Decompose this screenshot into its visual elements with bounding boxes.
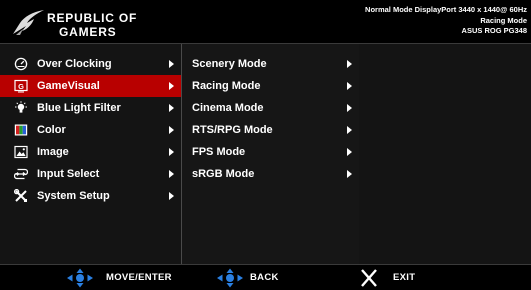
menu-item-label: Blue Light Filter bbox=[37, 102, 121, 114]
arrow-right-icon bbox=[169, 192, 174, 200]
brand-line-2: GAMERS bbox=[59, 25, 117, 39]
menu-item-over-clocking[interactable]: Over Clocking bbox=[0, 53, 181, 75]
exit-label: EXIT bbox=[393, 272, 416, 283]
arrow-right-icon bbox=[347, 104, 352, 112]
arrow-right-icon bbox=[347, 126, 352, 134]
color-palette-icon bbox=[14, 124, 28, 136]
arrow-right-icon bbox=[347, 60, 352, 68]
input-status: Normal Mode DisplayPort 3440 x 1440@ 60H… bbox=[365, 5, 527, 14]
menu-item-system-setup[interactable]: System Setup bbox=[0, 185, 181, 207]
arrow-right-icon bbox=[169, 82, 174, 90]
menu-item-color[interactable]: Color bbox=[0, 119, 181, 141]
submenu-item-fps-mode[interactable]: FPS Mode bbox=[182, 141, 359, 163]
arrow-right-icon bbox=[169, 104, 174, 112]
current-mode: Racing Mode bbox=[480, 16, 527, 25]
rog-eye-logo-icon bbox=[13, 10, 44, 35]
menu-item-label: System Setup bbox=[37, 190, 110, 202]
navigation-joystick-icon bbox=[67, 268, 93, 288]
submenu-item-label: Cinema Mode bbox=[192, 102, 264, 114]
menu-item-label: Image bbox=[37, 146, 69, 158]
image-icon bbox=[14, 145, 28, 159]
arrow-right-icon bbox=[169, 126, 174, 134]
menu-item-label: Input Select bbox=[37, 168, 100, 180]
arrow-right-icon bbox=[347, 170, 352, 178]
menu-item-blue-light-filter[interactable]: Blue Light Filter bbox=[0, 97, 181, 119]
menu-item-label: Color bbox=[37, 124, 66, 136]
submenu-item-label: sRGB Mode bbox=[192, 168, 255, 180]
main-menu: Over Clocking G GameVisual Blue Light Fi… bbox=[0, 44, 181, 264]
svg-text:G: G bbox=[18, 82, 24, 91]
submenu-item-scenery-mode[interactable]: Scenery Mode bbox=[182, 53, 359, 75]
gamevisual-icon: G bbox=[14, 79, 28, 93]
joystick-back-icon bbox=[217, 268, 243, 288]
model-name: ASUS ROG PG348 bbox=[461, 26, 527, 35]
move-enter-label: MOVE/ENTER bbox=[106, 272, 172, 283]
menu-item-image[interactable]: Image bbox=[0, 141, 181, 163]
input-select-icon bbox=[14, 168, 28, 180]
arrow-right-icon bbox=[169, 60, 174, 68]
arrow-right-icon bbox=[169, 170, 174, 178]
footer-bar: MOVE/ENTER BACK EXIT bbox=[0, 264, 531, 290]
close-x-icon bbox=[361, 269, 377, 287]
speedometer-icon bbox=[14, 57, 28, 71]
detail-panel bbox=[359, 44, 531, 264]
gamevisual-submenu: Scenery Mode Racing Mode Cinema Mode RTS… bbox=[181, 44, 360, 264]
submenu-item-label: Scenery Mode bbox=[192, 58, 267, 70]
submenu-item-srgb-mode[interactable]: sRGB Mode bbox=[182, 163, 359, 185]
arrow-right-icon bbox=[347, 82, 352, 90]
submenu-item-label: Racing Mode bbox=[192, 80, 261, 92]
menu-item-input-select[interactable]: Input Select bbox=[0, 163, 181, 185]
menu-item-gamevisual[interactable]: G GameVisual bbox=[0, 75, 181, 97]
submenu-item-racing-mode[interactable]: Racing Mode bbox=[182, 75, 359, 97]
submenu-item-rts-rpg-mode[interactable]: RTS/RPG Mode bbox=[182, 119, 359, 141]
menu-item-label: Over Clocking bbox=[37, 58, 112, 70]
tools-icon bbox=[14, 189, 27, 202]
back-label: BACK bbox=[250, 272, 279, 283]
header-bar: REPUBLIC OF GAMERS Normal Mode DisplayPo… bbox=[0, 0, 531, 44]
arrow-right-icon bbox=[169, 148, 174, 156]
arrow-right-icon bbox=[347, 148, 352, 156]
brand-line-1: REPUBLIC OF bbox=[47, 11, 138, 25]
submenu-item-cinema-mode[interactable]: Cinema Mode bbox=[182, 97, 359, 119]
menu-item-label: GameVisual bbox=[37, 80, 100, 92]
submenu-item-label: RTS/RPG Mode bbox=[192, 124, 273, 136]
osd-menu: REPUBLIC OF GAMERS Normal Mode DisplayPo… bbox=[0, 0, 531, 290]
submenu-item-label: FPS Mode bbox=[192, 146, 246, 158]
lightbulb-icon bbox=[15, 101, 27, 113]
